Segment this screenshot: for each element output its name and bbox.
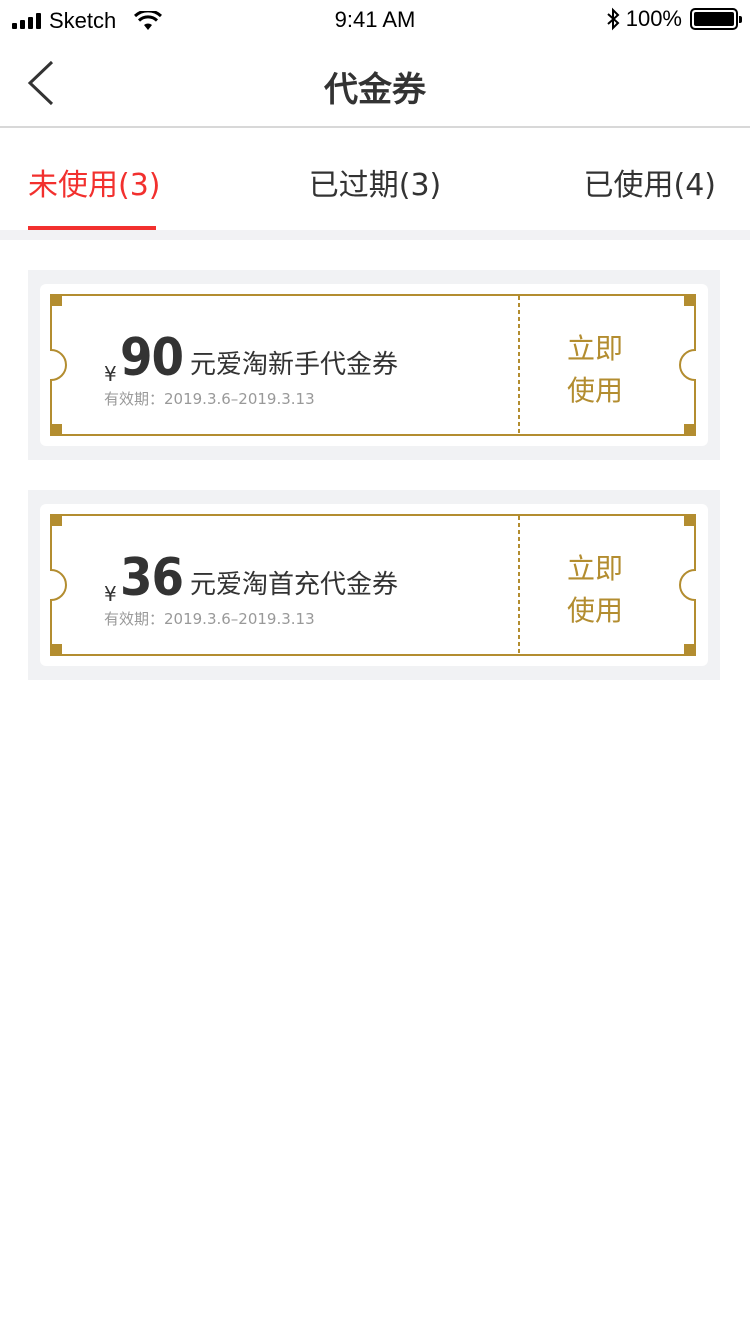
coupon-amount: 90 xyxy=(120,328,184,388)
coupon-name: 元爱淘首充代金券 xyxy=(190,570,399,600)
nav-bar: 代金券 xyxy=(0,40,750,128)
coupon-ticket: ¥ 90 元爱淘新手代金券 有效期：2019.3.6–2019.3.13 立即 … xyxy=(50,294,696,436)
coupon-ticket: ¥ 36 元爱淘首充代金券 有效期：2019.3.6–2019.3.13 立即 … xyxy=(50,514,696,656)
coupon-item: ¥ 90 元爱淘新手代金券 有效期：2019.3.6–2019.3.13 立即 … xyxy=(28,270,720,460)
coupon-name: 元爱淘新手代金券 xyxy=(190,350,399,380)
page-title: 代金券 xyxy=(324,70,426,110)
coupon-validity: 有效期：2019.3.6–2019.3.13 xyxy=(104,390,315,408)
battery-percent: 100% xyxy=(625,6,682,31)
use-now-line2: 使用 xyxy=(566,594,623,627)
tab-used[interactable]: 已使用(4) xyxy=(584,160,717,204)
battery-icon xyxy=(690,8,742,30)
coupon-info: ¥ 90 元爱淘新手代金券 有效期：2019.3.6–2019.3.13 xyxy=(104,324,524,414)
coupon-card: ¥ 36 元爱淘首充代金券 有效期：2019.3.6–2019.3.13 立即 … xyxy=(40,504,708,666)
currency-symbol: ¥ xyxy=(104,362,117,386)
use-now-line1: 立即 xyxy=(566,552,623,585)
coupon-validity: 有效期：2019.3.6–2019.3.13 xyxy=(104,610,315,628)
coupon-info: ¥ 36 元爱淘首充代金券 有效期：2019.3.6–2019.3.13 xyxy=(104,544,524,634)
coupon-item: ¥ 36 元爱淘首充代金券 有效期：2019.3.6–2019.3.13 立即 … xyxy=(28,490,720,680)
use-now-line2: 使用 xyxy=(566,374,623,407)
bluetooth-icon xyxy=(607,7,620,31)
use-now-button[interactable]: 立即 使用 xyxy=(540,548,650,632)
tab-bar: 未使用(3) 已过期(3) 已使用(4) xyxy=(0,130,750,230)
status-bar: Sketch 9:41 AM 100% xyxy=(0,0,750,40)
coupon-card: ¥ 90 元爱淘新手代金券 有效期：2019.3.6–2019.3.13 立即 … xyxy=(40,284,708,446)
use-now-line1: 立即 xyxy=(566,332,623,365)
section-divider xyxy=(0,230,750,240)
coupon-amount: 36 xyxy=(120,548,184,608)
status-right: 100% xyxy=(606,6,742,32)
currency-symbol: ¥ xyxy=(104,582,117,606)
use-now-button[interactable]: 立即 使用 xyxy=(540,328,650,412)
